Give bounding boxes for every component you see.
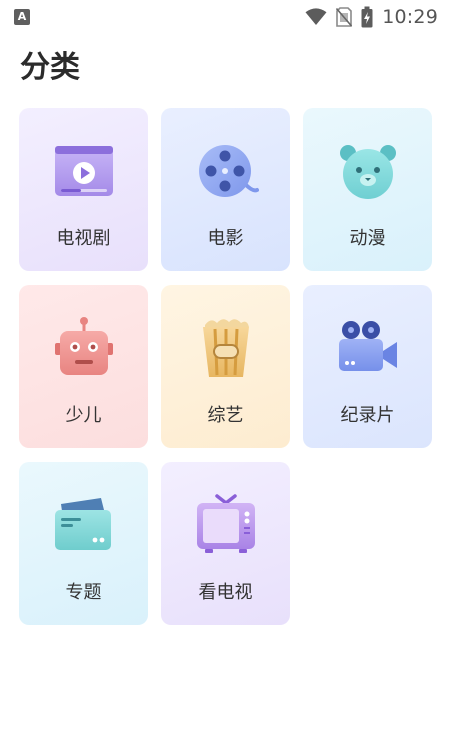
category-label: 纪录片 xyxy=(340,405,395,426)
clock: 10:29 xyxy=(382,6,438,28)
category-label: 专题 xyxy=(65,582,102,603)
category-movie[interactable]: 电影 xyxy=(161,108,290,271)
robot-icon xyxy=(54,317,113,375)
a-icon: A xyxy=(14,9,30,25)
video-camera-icon xyxy=(338,321,397,371)
category-label: 看电视 xyxy=(198,582,253,603)
category-tv-series[interactable]: 电视剧 xyxy=(19,108,148,271)
category-label: 少儿 xyxy=(65,405,102,426)
battery-charging-icon xyxy=(361,6,373,28)
category-label: 动漫 xyxy=(349,228,386,249)
category-label: 综艺 xyxy=(207,405,244,426)
status-bar: A 10:29 xyxy=(0,0,450,34)
bear-icon xyxy=(339,145,396,199)
popcorn-icon xyxy=(202,319,249,377)
television-icon xyxy=(196,494,255,553)
category-watch-tv[interactable]: 看电视 xyxy=(161,462,290,625)
category-documentary[interactable]: 纪录片 xyxy=(303,285,432,448)
no-sim-icon xyxy=(336,7,353,27)
category-label: 电视剧 xyxy=(56,228,111,249)
wifi-icon xyxy=(305,8,327,25)
page-title: 分类 xyxy=(20,50,80,85)
folder-card-icon xyxy=(54,498,111,550)
film-reel-icon xyxy=(198,145,259,197)
category-grid: 电视剧 电影 动漫 少儿 综艺 纪录片 专题 看电视 xyxy=(19,108,432,625)
category-label: 电影 xyxy=(207,228,244,249)
status-icons: 10:29 xyxy=(305,4,438,30)
category-kids[interactable]: 少儿 xyxy=(19,285,148,448)
tv-series-icon xyxy=(54,146,113,196)
category-variety[interactable]: 综艺 xyxy=(161,285,290,448)
category-topics[interactable]: 专题 xyxy=(19,462,148,625)
category-anime[interactable]: 动漫 xyxy=(303,108,432,271)
